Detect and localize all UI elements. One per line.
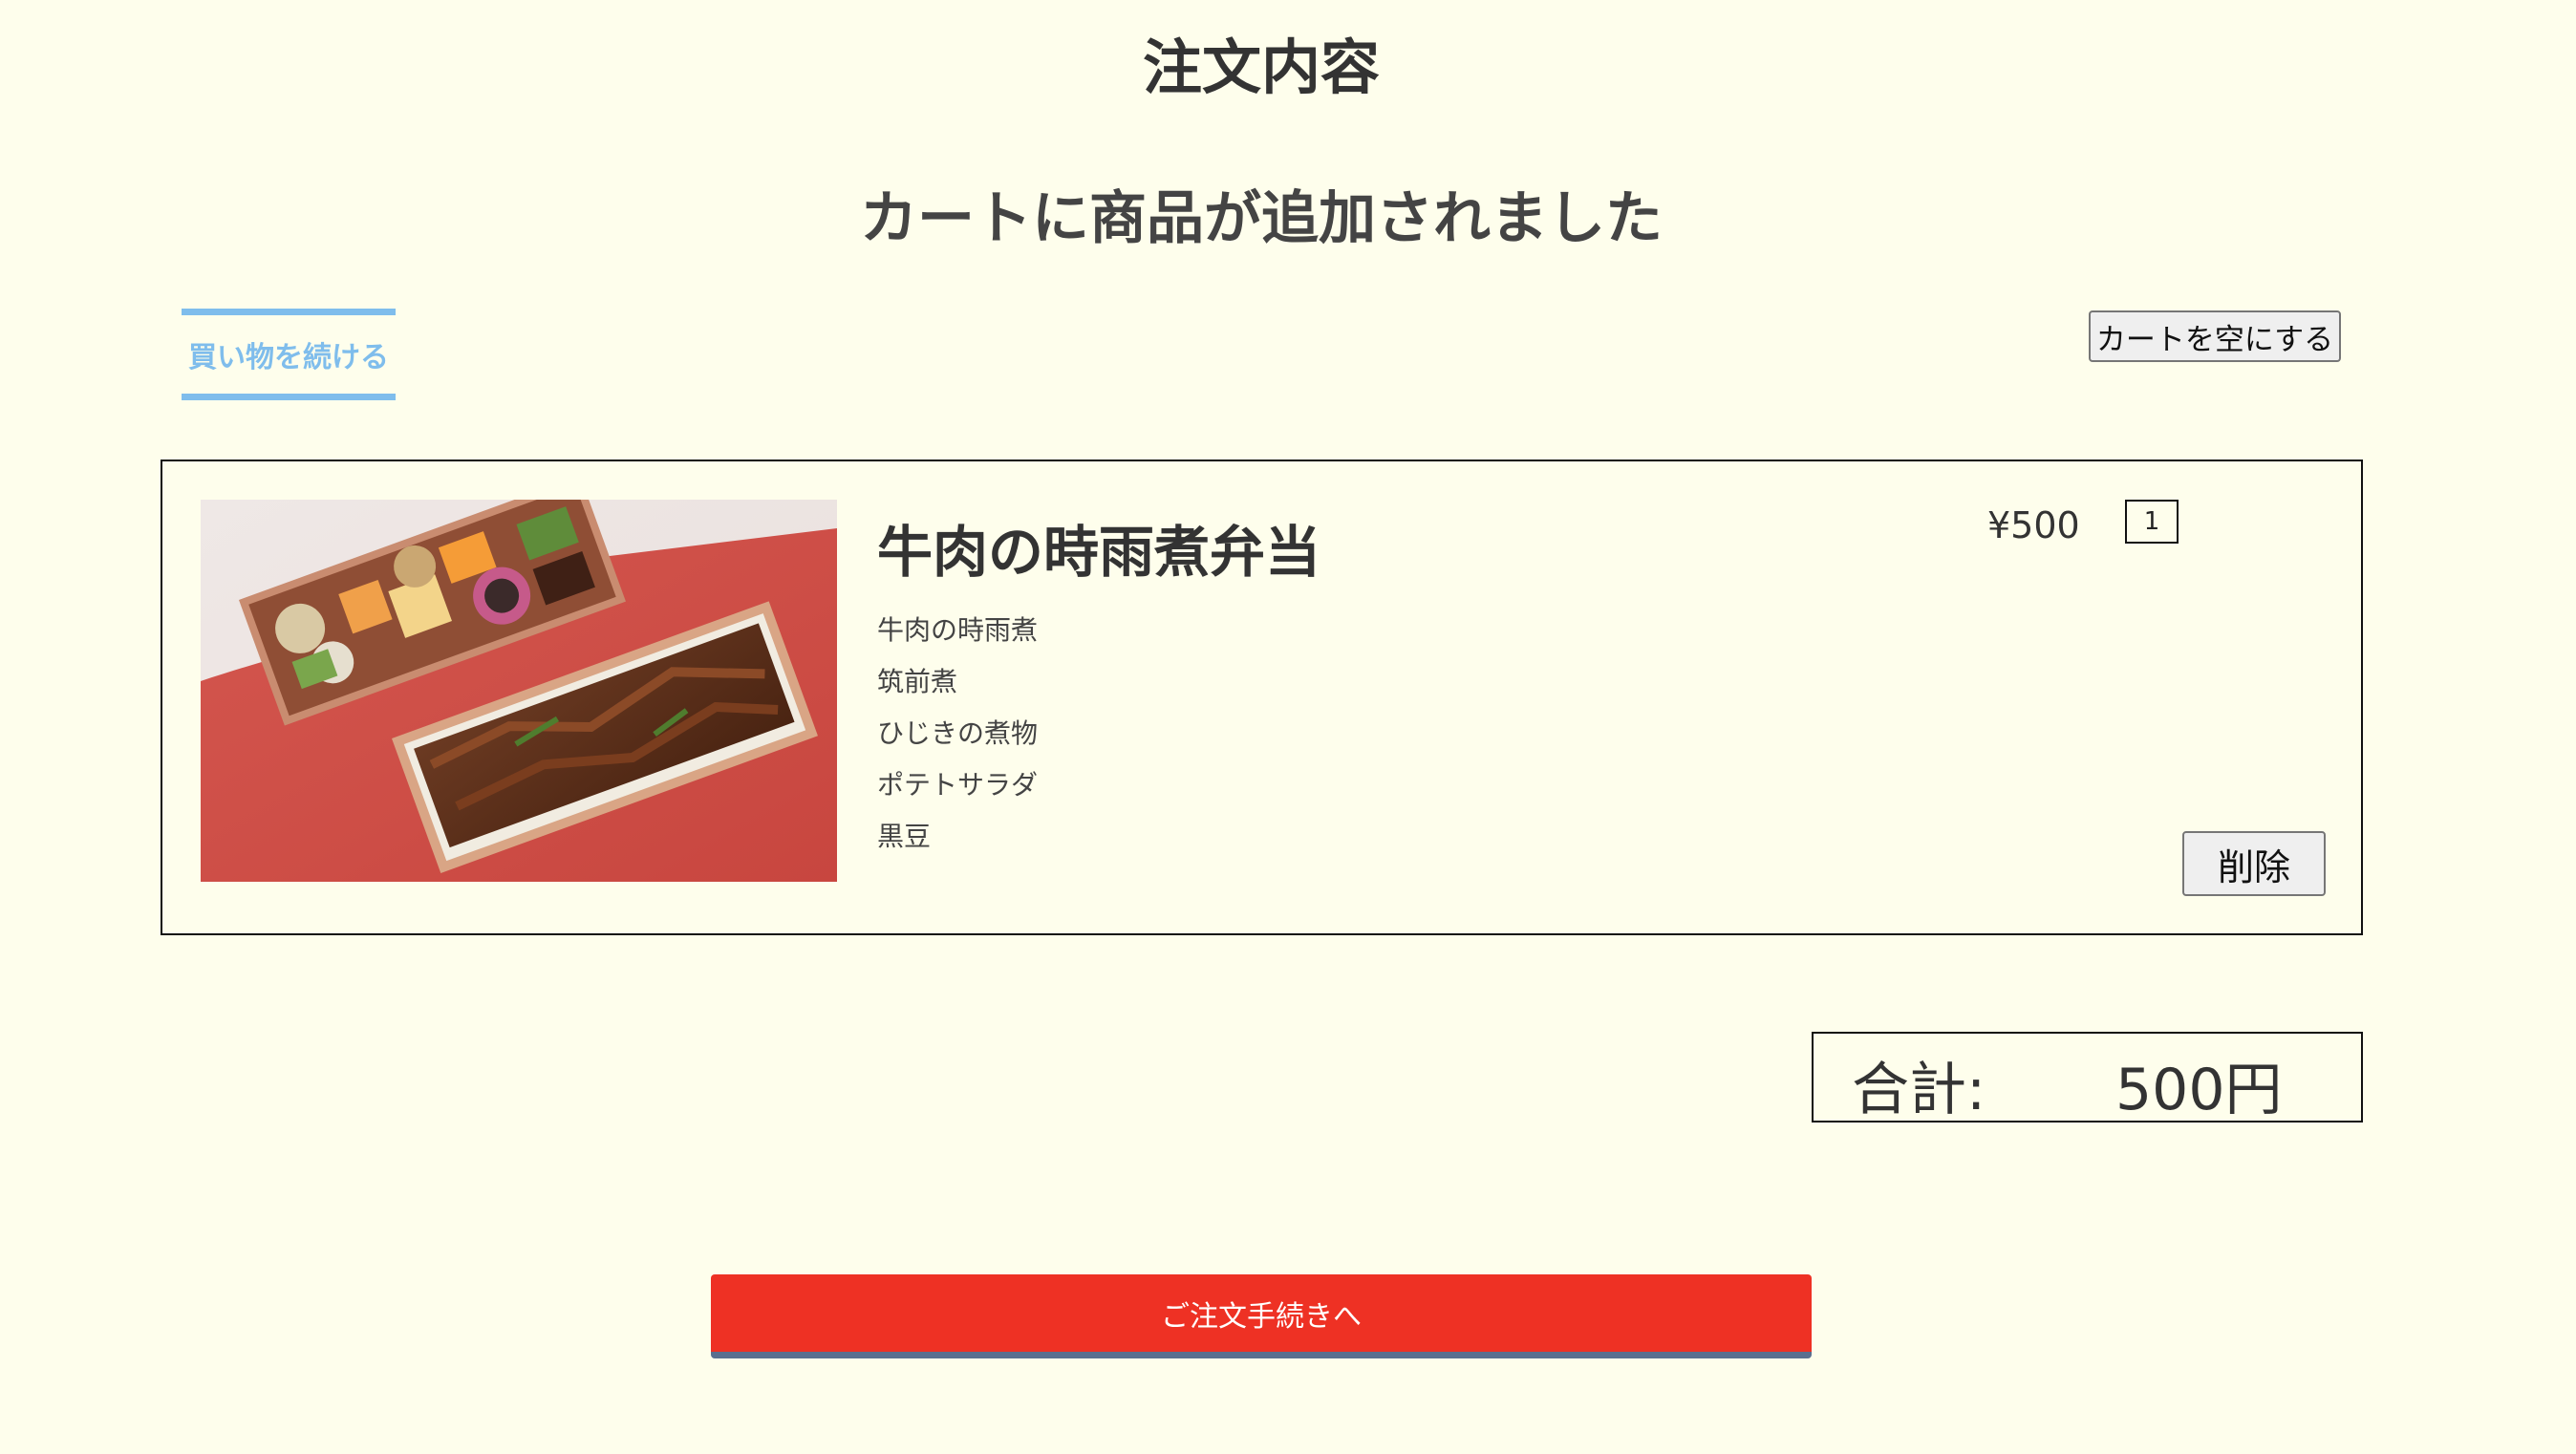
product-price: ¥500: [1987, 504, 2080, 546]
empty-cart-button[interactable]: カートを空にする: [2089, 310, 2341, 362]
list-item: 筑前煮: [877, 666, 958, 697]
cart-added-message: カートに商品が追加されました: [860, 185, 1663, 252]
list-item: ポテトサラダ: [877, 769, 1039, 801]
cart-item: 牛肉の時雨煮弁当 牛肉の時雨煮 筑前煮 ひじきの煮物 ポテトサラダ 黒豆 ¥50…: [161, 460, 2363, 935]
list-item: 黒豆: [877, 821, 932, 852]
quantity-input[interactable]: [2125, 500, 2179, 544]
product-description-list: 牛肉の時雨煮 筑前煮 ひじきの煮物 ポテトサラダ 黒豆: [877, 605, 1038, 863]
checkout-button[interactable]: ご注文手続きへ: [711, 1274, 1812, 1358]
continue-shopping-link[interactable]: 買い物を続ける: [182, 309, 396, 400]
total-label: 合計:: [1852, 1057, 1986, 1123]
list-item: 牛肉の時雨煮: [877, 614, 1039, 646]
order-total: 合計: 500円: [1812, 1032, 2363, 1123]
total-value: 500円: [2115, 1057, 2283, 1123]
product-image: [201, 500, 837, 882]
product-name: 牛肉の時雨煮弁当: [877, 520, 1321, 585]
list-item: ひじきの煮物: [877, 717, 1039, 749]
delete-button[interactable]: 削除: [2182, 831, 2326, 896]
page-title: 注文内容: [1142, 32, 1380, 102]
